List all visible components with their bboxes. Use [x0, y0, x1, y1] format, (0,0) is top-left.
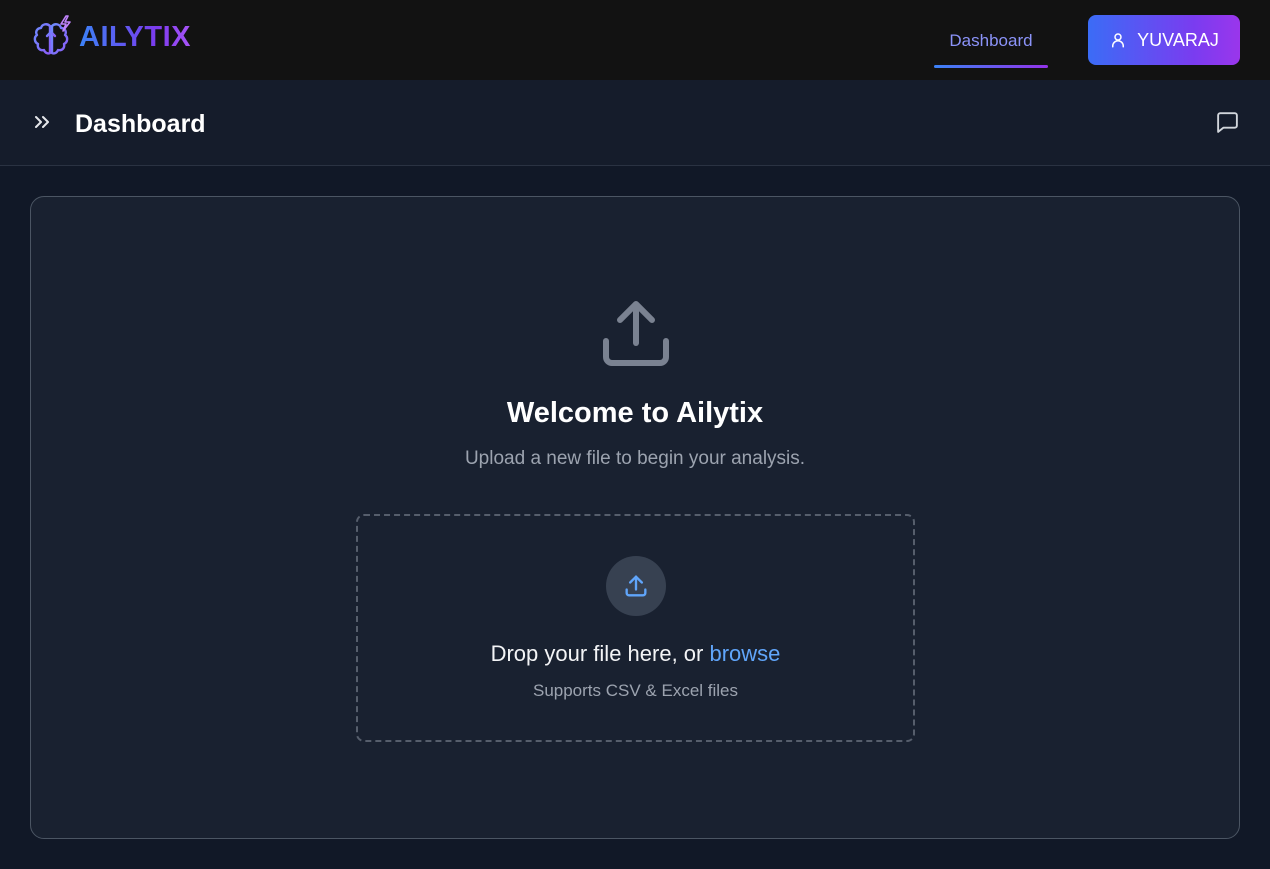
- browse-link[interactable]: browse: [709, 641, 780, 666]
- dropzone-text: Drop your file here, or browse: [358, 641, 913, 667]
- welcome-title: Welcome to Ailytix: [506, 397, 764, 429]
- upload-icon: [625, 575, 647, 597]
- chevrons-right-icon[interactable]: [30, 110, 54, 134]
- welcome-subtitle: Upload a new file to begin your analysis…: [464, 448, 806, 469]
- brain-lightning-icon: [33, 15, 71, 55]
- upload-card: Welcome to Ailytix Upload a new file to …: [30, 196, 1240, 839]
- user-icon: [1112, 33, 1125, 48]
- user-name: YUVARAJ: [1137, 29, 1219, 50]
- dropzone-icon-badge: [606, 556, 666, 616]
- brand-name: AILYTIX: [79, 20, 192, 53]
- upload-icon: [603, 301, 669, 366]
- dropzone-hint: Supports CSV & Excel files: [532, 681, 739, 700]
- message-square-icon[interactable]: [1215, 110, 1240, 135]
- page-header: Dashboard: [0, 80, 1270, 166]
- active-tab-indicator: [934, 65, 1048, 68]
- page-title: Dashboard: [75, 110, 206, 138]
- tab-dashboard[interactable]: Dashboard: [934, 22, 1048, 68]
- top-navigation-bar: AILYTIX Dashboard YUVARAJ: [0, 0, 1270, 80]
- tab-dashboard-label: Dashboard: [949, 31, 1033, 50]
- dropzone-text-prefix: Drop your file here, or: [490, 641, 710, 666]
- brand[interactable]: AILYTIX: [30, 14, 191, 60]
- file-dropzone[interactable]: Drop your file here, or browse Supports …: [356, 514, 915, 742]
- user-menu-button[interactable]: YUVARAJ: [1088, 15, 1240, 65]
